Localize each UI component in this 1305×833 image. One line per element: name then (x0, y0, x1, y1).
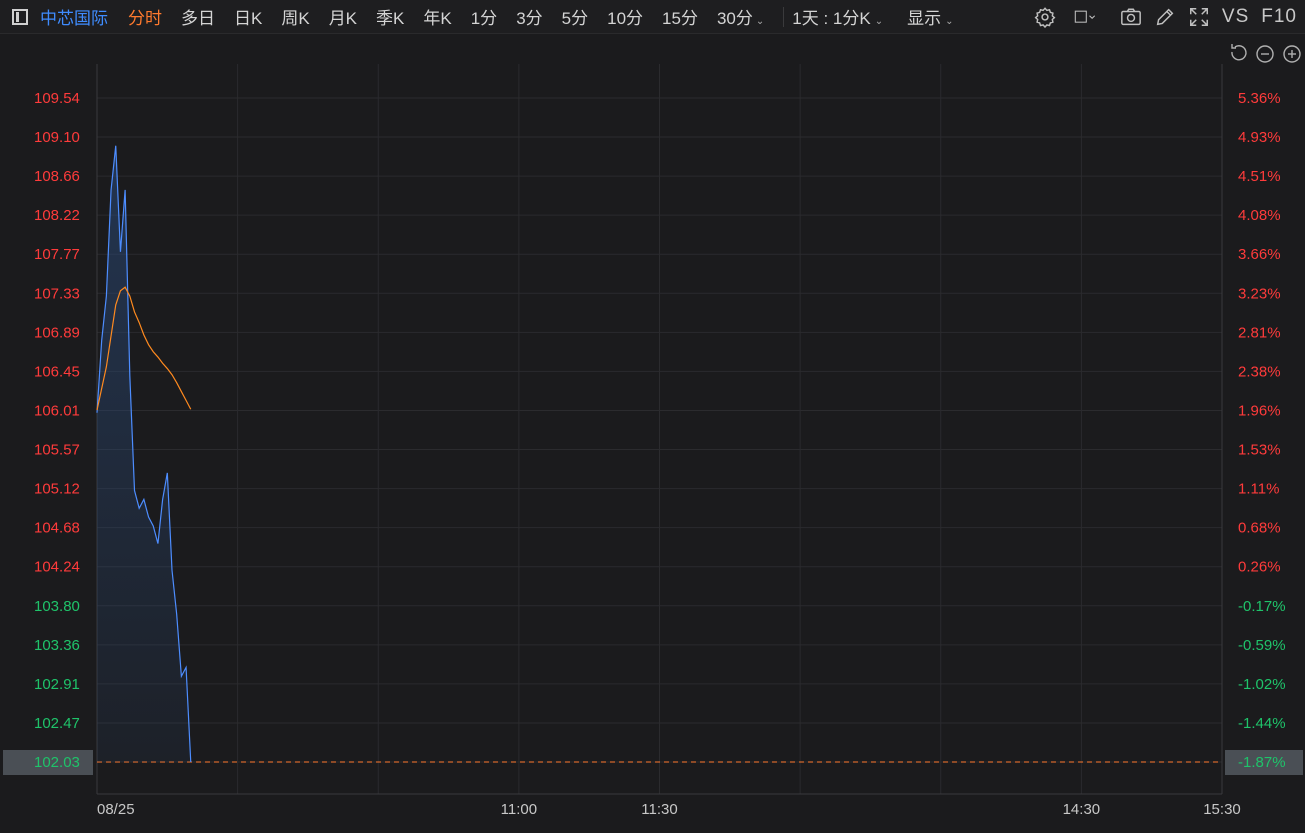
square-shape-icon[interactable] (1068, 6, 1102, 28)
stock-symbol[interactable]: 中芯国际 (40, 4, 108, 29)
display-select[interactable]: 显示 ⌄ (907, 4, 953, 29)
y-tick-label: 109.10 (34, 129, 80, 146)
y-tick-label: 105.57 (34, 442, 80, 459)
pct-tick-label: 2.38% (1238, 363, 1281, 380)
y-tick-label: 109.54 (34, 90, 80, 107)
chevron-down-icon: ⌄ (755, 16, 765, 27)
pct-tick-label: -1.87% (1238, 754, 1286, 771)
price-area (97, 145, 191, 763)
x-tick-label: 15:30 (1203, 801, 1241, 818)
gear-icon[interactable] (1034, 6, 1056, 28)
pct-tick-label: 2.81% (1238, 324, 1281, 341)
y-tick-label: 103.80 (34, 598, 80, 615)
chart-toolbar: 中芯国际 分时 多日 日K 周K 月K 季K 年K 1分 3分 5分 10分 15分 30分 ⌄ 1天 :… (0, 0, 1305, 34)
pencil-icon[interactable] (1154, 6, 1176, 28)
tab-12[interactable]: 30分 ⌄ (717, 4, 764, 29)
y-tick-label: 107.77 (34, 246, 80, 263)
tab-10[interactable]: 10分 (607, 4, 643, 29)
fullscreen-icon[interactable] (1188, 6, 1210, 28)
tab-11[interactable]: 15分 (662, 4, 698, 29)
pct-tick-label: 0.68% (1238, 520, 1281, 537)
y-tick-label: 106.01 (34, 402, 80, 419)
y-tick-label: 104.24 (34, 559, 80, 576)
pct-tick-label: 5.36% (1238, 90, 1281, 107)
period-tabs: 分时 多日 日K 周K 月K 季K 年K 1分 3分 5分 10分 15分 30分 ⌄ (128, 4, 783, 29)
period-select[interactable]: 1天 : 1分K ⌄ (792, 4, 883, 29)
y-tick-label: 108.66 (34, 168, 80, 185)
reset-zoom-icon[interactable] (1231, 44, 1247, 61)
y-tick-label: 106.45 (34, 363, 80, 380)
tab-6[interactable]: 年K (423, 4, 451, 29)
tab-1[interactable]: 多日 (181, 4, 215, 29)
pct-tick-label: -0.17% (1238, 598, 1286, 615)
pct-tick-label: 4.93% (1238, 129, 1281, 146)
pct-tick-label: 3.23% (1238, 285, 1281, 302)
f10-button[interactable]: F10 (1261, 6, 1297, 28)
x-tick-label: 08/25 (97, 801, 135, 818)
y-tick-label: 104.68 (34, 520, 80, 537)
chart-area: 109.54 5.36% 109.10 4.93% 108.66 4.51% 108.22 4… (0, 35, 1305, 833)
chevron-down-icon: ⌄ (945, 16, 954, 27)
y-tick-label: 107.33 (34, 285, 80, 302)
pct-tick-label: -1.02% (1238, 676, 1286, 693)
x-tick-label: 14:30 (1063, 801, 1101, 818)
tab-2[interactable]: 日K (234, 4, 262, 29)
tab-9[interactable]: 5分 (562, 4, 588, 29)
intraday-chart[interactable]: 109.54 5.36% 109.10 4.93% 108.66 4.51% 108.22 4… (0, 35, 1305, 833)
pct-tick-label: 3.66% (1238, 246, 1281, 263)
y-tick-label: 108.22 (34, 207, 80, 224)
tab-5[interactable]: 季K (376, 4, 404, 29)
pct-tick-label: -1.44% (1238, 715, 1286, 732)
pct-tick-label: 1.53% (1238, 442, 1281, 459)
pct-tick-label: 1.96% (1238, 402, 1281, 419)
vs-compare-button[interactable]: VS (1222, 6, 1249, 28)
tab-8[interactable]: 3分 (516, 4, 542, 29)
y-tick-label: 103.36 (34, 637, 80, 654)
x-tick-label: 11:30 (641, 801, 677, 818)
pct-tick-label: 4.51% (1238, 168, 1281, 185)
tab-0[interactable]: 分时 (128, 4, 162, 29)
y-tick-label: 102.47 (34, 715, 80, 732)
x-tick-label: 11:00 (501, 801, 537, 818)
tab-4[interactable]: 月K (329, 4, 357, 29)
pct-tick-label: 4.08% (1238, 207, 1281, 224)
tab-7[interactable]: 1分 (471, 4, 497, 29)
panel-toggle-icon[interactable] (12, 8, 28, 25)
toolbar-separator (783, 6, 785, 27)
tab-3[interactable]: 周K (281, 4, 309, 29)
y-tick-label: 106.89 (34, 324, 80, 341)
pct-tick-label: 1.11% (1238, 481, 1279, 498)
pct-tick-label: -0.59% (1238, 637, 1286, 654)
camera-icon[interactable] (1120, 6, 1142, 28)
y-tick-label: 102.91 (34, 676, 80, 693)
chevron-down-icon: ⌄ (874, 16, 884, 27)
y-tick-label: 105.12 (34, 481, 80, 498)
pct-tick-label: 0.26% (1238, 559, 1281, 576)
y-tick-label: 102.03 (34, 754, 80, 771)
